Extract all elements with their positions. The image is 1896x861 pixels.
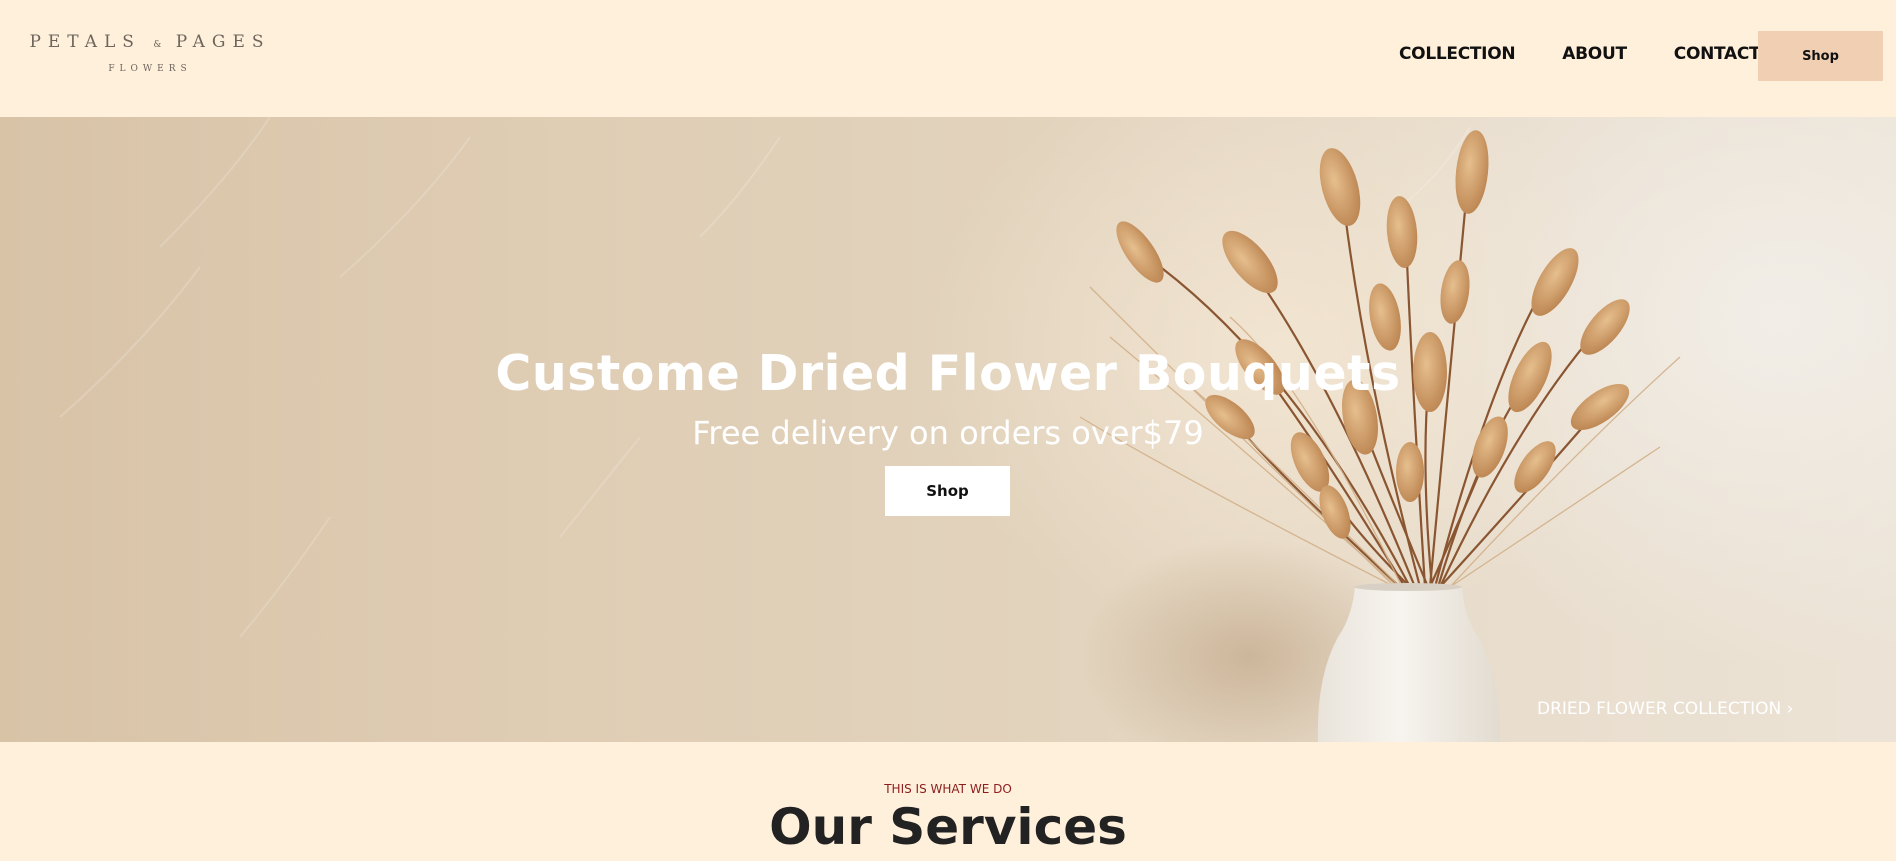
chevron-right-icon: ›	[1786, 699, 1794, 719]
logo-wordmark: PETALS & PAGES	[29, 32, 271, 52]
hero-title: Custome Dried Flower Bouquets	[495, 345, 1401, 402]
site-header: PETALS & PAGES FLOWERS COLLECTION ABOUT …	[0, 0, 1896, 117]
hero-subtitle: Free delivery on orders over$79	[692, 414, 1204, 452]
brand-logo[interactable]: PETALS & PAGES FLOWERS	[28, 32, 272, 74]
header-shop-button[interactable]: Shop	[1758, 31, 1883, 81]
dried-flower-collection-link[interactable]: DRIED FLOWER COLLECTION ›	[1537, 699, 1793, 719]
collection-link-label: DRIED FLOWER COLLECTION	[1537, 699, 1782, 719]
services-title: Our Services	[769, 798, 1127, 856]
nav-collection[interactable]: COLLECTION	[1399, 44, 1516, 64]
nav-about[interactable]: ABOUT	[1562, 44, 1627, 64]
hero-banner: Custome Dried Flower Bouquets Free deliv…	[0, 117, 1896, 742]
logo-subtitle: FLOWERS	[108, 64, 192, 74]
services-eyebrow: THIS IS WHAT WE DO	[884, 782, 1012, 796]
main-nav: COLLECTION ABOUT CONTACT	[1399, 44, 1761, 64]
hero-shop-button[interactable]: Shop	[885, 466, 1010, 516]
nav-contact[interactable]: CONTACT	[1674, 44, 1761, 64]
